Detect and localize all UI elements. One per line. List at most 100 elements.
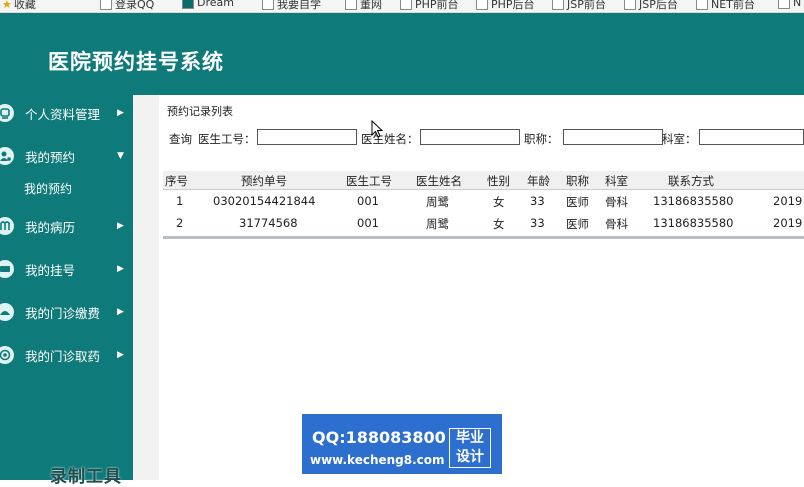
recorder-watermark: 录制工具: [50, 467, 122, 487]
doctor-name-input[interactable]: [420, 129, 520, 145]
cell-date: 2019: [773, 216, 803, 230]
sidebar-subitem-my-appointments[interactable]: 我的预约: [24, 180, 72, 197]
sidebar-item-registration[interactable]: 我的挂号 ▶: [0, 254, 133, 284]
sidebar-item-label: 我的病历: [25, 219, 76, 235]
sidebar-item-appointments[interactable]: 我的预约 ▼: [0, 141, 133, 171]
watermark-badge: 毕业 设计: [449, 428, 491, 468]
column-header: 职称: [566, 174, 589, 188]
watermark-qq: QQ:188083800: [312, 428, 446, 447]
cell-age: 33: [530, 216, 545, 230]
app-header: 医院预约挂号系统: [0, 13, 804, 95]
page-icon: [345, 0, 357, 10]
column-header: 性别: [487, 174, 510, 188]
chevron-right-icon: ▶: [117, 264, 124, 274]
chevron-right-icon: ▶: [117, 350, 124, 360]
sidebar-item-label: 我的预约: [25, 149, 76, 165]
chevron-right-icon: ▶: [117, 221, 124, 231]
column-header: 序号: [165, 174, 188, 188]
doctor-id-label: 医生工号：: [198, 132, 256, 146]
sidebar-item-medical-records[interactable]: 我的病历 ▶: [0, 211, 133, 241]
page-icon: [552, 0, 564, 10]
table-row[interactable]: 1 03020154421844 001 周鹭 女 33 医师 骨科 13186…: [163, 191, 804, 213]
cell-gender: 女: [493, 195, 505, 209]
mouse-cursor-icon: [371, 120, 384, 138]
cell-index: 1: [176, 194, 184, 208]
cell-gender: 女: [493, 217, 505, 231]
bookmark-item[interactable]: N: [778, 0, 801, 9]
bookmark-item[interactable]: PHP前台: [400, 0, 459, 12]
sidebar-item-label: 个人资料管理: [25, 106, 101, 122]
dreamweaver-icon: [182, 0, 194, 9]
cell-doctor-name: 周鹭: [426, 217, 449, 231]
sidebar-item-medicine[interactable]: 我的门诊取药 ▶: [0, 340, 133, 370]
column-header: 联系方式: [668, 174, 714, 188]
payment-icon: [0, 303, 14, 321]
cell-index: 2: [176, 216, 184, 230]
title-label: 职称：: [524, 132, 559, 146]
bookmark-star-icon: ★: [2, 0, 12, 11]
column-header: 医生工号: [346, 174, 392, 188]
sidebar-item-label: 我的门诊取药: [25, 348, 101, 364]
bookmark-item[interactable]: 我要自学: [262, 0, 321, 12]
chevron-right-icon: ▶: [117, 108, 124, 118]
bookmark-item[interactable]: JSP前台: [552, 0, 606, 12]
cell-doctor-id: 001: [357, 216, 379, 230]
cell-doctor-name: 周鹭: [426, 195, 449, 209]
bookmark-item[interactable]: PHP后台: [476, 0, 535, 12]
title-input[interactable]: [563, 129, 663, 145]
cell-order-number: 31774568: [239, 216, 298, 230]
cell-doctor-id: 001: [357, 194, 379, 208]
cell-title: 医师: [566, 217, 589, 231]
bookmarks-bar: ★ 收藏 登录QQ Dream 我要自学 董网 PHP前台 PHP后台 JSP前…: [0, 0, 804, 13]
page-icon: [696, 0, 708, 10]
promo-watermark: QQ:188083800 www.kecheng8.com 毕业 设计: [302, 414, 502, 474]
page-icon: [624, 0, 636, 10]
cell-date: 2019: [773, 194, 803, 208]
bookmark-item[interactable]: JSP后台: [624, 0, 678, 12]
panel-title: 预约记录列表: [167, 105, 233, 118]
bookmark-item[interactable]: 登录QQ: [100, 0, 154, 12]
cell-age: 33: [530, 194, 545, 208]
bookmark-item[interactable]: Dream: [182, 0, 234, 9]
appointment-table: 序号 预约单号 医生工号 医生姓名 性别 年龄 职称 科室 联系方式 1 030…: [163, 171, 804, 237]
column-header: 医生姓名: [416, 174, 462, 188]
table-header: 序号 预约单号 医生工号 医生姓名 性别 年龄 职称 科室 联系方式: [163, 171, 804, 190]
sidebar: 个人资料管理 ▶ 我的预约 ▼ 我的预约 我的病历 ▶ 我的挂号 ▶ 我的门诊缴…: [0, 95, 133, 480]
bookmark-item[interactable]: 董网: [345, 0, 382, 12]
cell-title: 医师: [566, 195, 589, 209]
column-header: 年龄: [527, 174, 550, 188]
watermark-site: www.kecheng8.com: [310, 453, 445, 467]
bookmark-item[interactable]: NET前台: [696, 0, 755, 12]
department-input[interactable]: [699, 129, 804, 145]
bookmark-item[interactable]: ★ 收藏: [2, 0, 36, 12]
doctor-id-input[interactable]: [257, 129, 357, 145]
page-icon: [778, 0, 790, 9]
page-icon: [262, 0, 274, 10]
watermark-badge-line1: 毕业: [456, 430, 484, 446]
search-bar: 查询 医生工号： 医生姓名： 职称： 科室：: [159, 128, 804, 148]
page-icon: [476, 0, 488, 10]
cell-contact: 13186835580: [653, 216, 734, 230]
cell-contact: 13186835580: [653, 194, 734, 208]
chevron-down-icon: ▼: [117, 151, 124, 161]
registration-icon: [0, 260, 14, 278]
chevron-right-icon: ▶: [117, 307, 124, 317]
sidebar-item-label: 我的门诊缴费: [25, 305, 101, 321]
query-label: 查询: [169, 132, 192, 146]
sidebar-item-profile[interactable]: 个人资料管理 ▶: [0, 98, 133, 128]
user-profile-icon: [0, 104, 14, 122]
column-header: 预约单号: [241, 174, 287, 188]
sidebar-item-payment[interactable]: 我的门诊缴费 ▶: [0, 297, 133, 327]
department-label: 科室：: [662, 132, 697, 146]
watermark-badge-line2: 设计: [456, 449, 484, 465]
doctor-name-label: 医生姓名：: [361, 132, 419, 146]
medical-record-icon: [0, 217, 14, 235]
cell-department: 骨科: [605, 195, 628, 209]
sidebar-item-label: 我的挂号: [25, 262, 76, 278]
table-bottom-border: [163, 236, 804, 239]
table-row[interactable]: 2 31774568 001 周鹭 女 33 医师 骨科 13186835580…: [163, 213, 804, 235]
qq-icon: [100, 0, 112, 10]
cell-order-number: 03020154421844: [213, 194, 316, 208]
medicine-icon: [0, 346, 14, 364]
appointment-icon: [0, 147, 14, 165]
